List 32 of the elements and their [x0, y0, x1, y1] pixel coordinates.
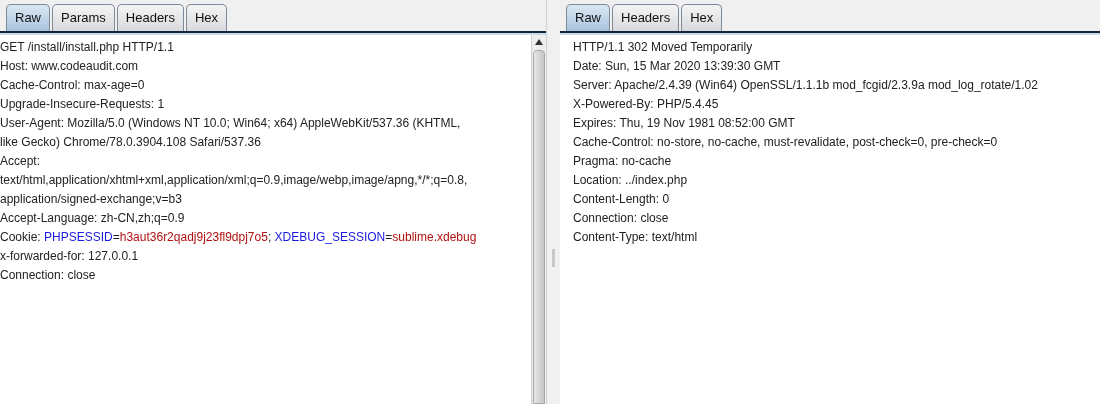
text-line: Cookie: PHPSESSID=h3aut36r2qadj9j23fl9dpj7o5; XDEBUG_SESSION=sublime.xdebug	[0, 229, 477, 246]
tab[interactable]: Headers	[116, 4, 184, 31]
text-line: X-Powered-By: PHP/5.4.45	[573, 96, 719, 113]
text-line: Pragma: no-cache	[573, 153, 672, 170]
text-line: Cache-Control: no-store, no-cache, must-revalidate, post-check=0, pre-check=0	[573, 134, 998, 151]
text-line: Upgrade-Insecure-Requests: 1	[0, 96, 165, 113]
text-line: Host: www.codeaudit.com	[0, 58, 139, 75]
tab[interactable]: Hex	[681, 4, 723, 31]
text-line: Content-Type: text/html	[573, 229, 698, 246]
tab[interactable]: Params	[52, 4, 115, 31]
text-line: application/signed-exchange;v=b3	[0, 191, 182, 208]
text-line: like Gecko) Chrome/78.0.3904.108 Safari/537.36	[0, 134, 261, 151]
text-line: x-forwarded-for: 127.0.0.1	[0, 248, 139, 265]
text-line: Connection: close	[0, 267, 96, 284]
tab[interactable]: Headers	[612, 4, 680, 31]
text-line: Location: ../index.php	[573, 172, 688, 189]
text-line: Content-Length: 0	[573, 191, 670, 208]
scrollbar[interactable]	[531, 35, 546, 404]
text-line: Accept-Language: zh-CN,zh;q=0.9	[0, 210, 185, 227]
tab[interactable]: Hex	[185, 4, 228, 31]
text-line: Accept:	[0, 153, 41, 170]
tab[interactable]: Raw	[6, 4, 50, 31]
text-line: text/html,application/xhtml+xml,application/xml;q=0.9,image/webp,image/apng,*/*;q=0.8,	[0, 172, 468, 189]
tab[interactable]: Raw	[566, 4, 610, 31]
text-line: Cache-Control: max-age=0	[0, 77, 145, 94]
text-line: Expires: Thu, 19 Nov 1981 08:52:00 GMT	[573, 115, 795, 132]
text-line: User-Agent: Mozilla/5.0 (Windows NT 10.0; Win64; x64) AppleWebKit/537.36 (KHTML,	[0, 115, 461, 132]
text-line: Server: Apache/2.4.39 (Win64) OpenSSL/1.1.1b mod_fcgid/2.3.9a mod_log_rotate/1.02	[573, 77, 1038, 94]
text-line: Connection: close	[573, 210, 669, 227]
text-line: Date: Sun, 15 Mar 2020 13:39:30 GMT	[573, 58, 781, 75]
text-line: HTTP/1.1 302 Moved Temporarily	[573, 39, 753, 56]
text-line: GET /install/install.php HTTP/1.1	[0, 39, 174, 56]
